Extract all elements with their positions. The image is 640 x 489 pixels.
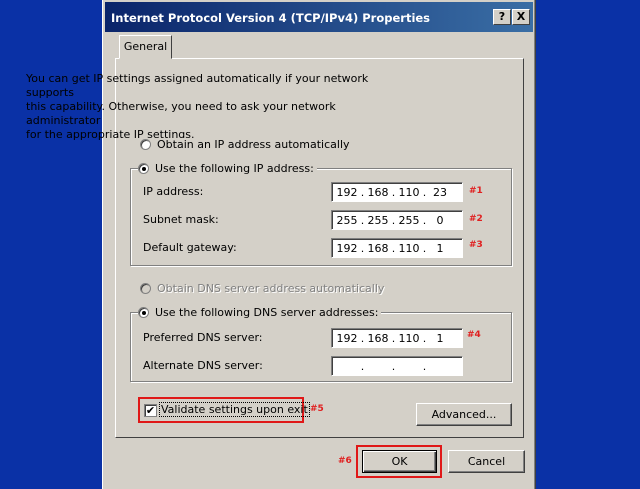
use-following-dns-option[interactable]: Use the following DNS server addresses: (138, 306, 382, 319)
ip-octet-3: 110 (398, 185, 420, 199)
right-desktop-band (536, 0, 640, 489)
close-button[interactable]: X (512, 9, 530, 25)
ip-address-field[interactable]: 192. 168. 110. 23 (331, 182, 463, 202)
gateway-octet-2: 168 (367, 241, 389, 255)
pdns-octet-1: 192 (336, 331, 358, 345)
marker-2: #2 (469, 214, 483, 224)
cancel-button[interactable]: Cancel (448, 450, 525, 473)
ip-octet-4: 23 (433, 185, 447, 199)
pdns-octet-4: 1 (436, 331, 444, 345)
description-text: You can get IP settings assigned automat… (26, 72, 369, 141)
marker-6: #6 (338, 456, 352, 466)
obtain-dns-auto-label: Obtain DNS server address automatically (157, 282, 385, 295)
marker-1: #1 (469, 186, 483, 196)
default-gateway-label: Default gateway: (143, 241, 237, 254)
title-bar[interactable]: Internet Protocol Version 4 (TCP/IPv4) P… (105, 2, 533, 32)
obtain-ip-auto-radio[interactable] (140, 139, 151, 150)
ok-button[interactable]: OK (362, 450, 437, 473)
use-following-dns-radio[interactable] (138, 307, 149, 318)
obtain-dns-auto-radio[interactable] (140, 283, 151, 294)
alternate-dns-field[interactable]: . . . (331, 356, 463, 376)
subnet-octet-2: 255 (367, 213, 389, 227)
subnet-mask-label: Subnet mask: (143, 213, 219, 226)
window-title: Internet Protocol Version 4 (TCP/IPv4) P… (111, 11, 431, 25)
preferred-dns-label: Preferred DNS server: (143, 331, 263, 344)
use-following-ip-radio[interactable] (138, 163, 149, 174)
obtain-ip-auto-option[interactable]: Obtain an IP address automatically (140, 138, 353, 151)
obtain-ip-auto-label: Obtain an IP address automatically (157, 138, 350, 151)
gateway-octet-3: 110 (398, 241, 420, 255)
marker-5: #5 (310, 404, 324, 414)
ip-address-label: IP address: (143, 185, 204, 198)
use-following-dns-label: Use the following DNS server addresses: (155, 306, 379, 319)
validate-checkbox[interactable]: ✔ (144, 404, 157, 417)
advanced-button[interactable]: Advanced... (416, 403, 512, 426)
subnet-octet-3: 255 (398, 213, 420, 227)
obtain-dns-auto-option[interactable]: Obtain DNS server address automatically (140, 282, 388, 295)
use-following-ip-option[interactable]: Use the following IP address: (138, 162, 317, 175)
ip-octet-1: 192 (336, 185, 358, 199)
help-button[interactable]: ? (493, 9, 511, 25)
marker-3: #3 (469, 240, 483, 250)
pdns-octet-2: 168 (367, 331, 389, 345)
use-following-ip-label: Use the following IP address: (155, 162, 314, 175)
preferred-dns-field[interactable]: 192. 168. 110. 1 (331, 328, 463, 348)
alternate-dns-label: Alternate DNS server: (143, 359, 263, 372)
gateway-octet-1: 192 (336, 241, 358, 255)
tab-general[interactable]: General (119, 35, 172, 59)
default-gateway-field[interactable]: 192. 168. 110. 1 (331, 238, 463, 258)
gateway-octet-4: 1 (436, 241, 444, 255)
subnet-mask-field[interactable]: 255. 255. 255. 0 (331, 210, 463, 230)
validate-label[interactable]: Validate settings upon exit (159, 402, 310, 417)
pdns-octet-3: 110 (398, 331, 420, 345)
ip-octet-2: 168 (367, 185, 389, 199)
subnet-octet-1: 255 (336, 213, 358, 227)
subnet-octet-4: 0 (436, 213, 444, 227)
marker-4: #4 (467, 330, 481, 340)
